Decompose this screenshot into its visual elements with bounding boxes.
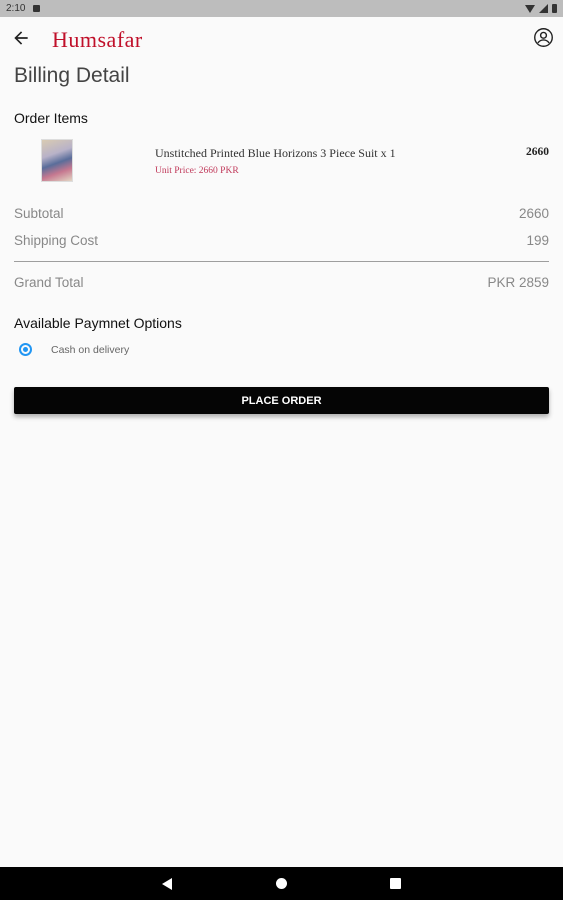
account-icon[interactable] bbox=[533, 27, 554, 48]
cash-on-delivery-radio[interactable] bbox=[19, 343, 32, 356]
wifi-icon bbox=[525, 4, 535, 13]
shipping-row: Shipping Cost 199 bbox=[14, 233, 549, 248]
nav-home-icon[interactable] bbox=[276, 878, 287, 889]
subtotal-row: Subtotal 2660 bbox=[14, 206, 549, 221]
order-item: Unstitched Printed Blue Horizons 3 Piece… bbox=[0, 138, 563, 184]
signal-icon bbox=[539, 4, 548, 13]
back-arrow-icon[interactable] bbox=[11, 28, 31, 48]
product-name: Unstitched Printed Blue Horizons 3 Piece… bbox=[155, 146, 396, 160]
shipping-value: 199 bbox=[526, 233, 549, 248]
product-unit-price: Unit Price: 2660 PKR bbox=[155, 166, 239, 176]
nav-recents-icon[interactable] bbox=[390, 878, 401, 889]
system-nav-bar bbox=[0, 867, 563, 900]
product-thumbnail bbox=[41, 139, 73, 182]
battery-icon bbox=[552, 4, 557, 13]
cash-on-delivery-label[interactable]: Cash on delivery bbox=[51, 344, 129, 356]
app-bar: Humsafar bbox=[0, 17, 563, 61]
status-time: 2:10 bbox=[6, 3, 26, 14]
page-title: Billing Detail bbox=[14, 64, 130, 87]
order-items-title: Order Items bbox=[14, 110, 88, 126]
subtotal-label: Subtotal bbox=[14, 206, 64, 221]
subtotal-value: 2660 bbox=[518, 206, 549, 221]
grand-total-value: PKR 2859 bbox=[487, 275, 549, 290]
shipping-label: Shipping Cost bbox=[14, 233, 99, 248]
status-bar: 2:10 bbox=[0, 0, 563, 17]
summary-divider bbox=[14, 261, 549, 262]
radio-selected-dot bbox=[23, 347, 28, 352]
grand-total-label: Grand Total bbox=[14, 275, 84, 290]
product-line-total: 2660 bbox=[526, 146, 549, 158]
brand-logo: Humsafar bbox=[52, 27, 143, 52]
place-order-button[interactable]: PLACE ORDER bbox=[14, 387, 549, 414]
notification-icon bbox=[33, 5, 41, 12]
grand-total-row: Grand Total PKR 2859 bbox=[14, 275, 549, 290]
nav-back-icon[interactable] bbox=[162, 878, 172, 890]
payment-options-title: Available Paymnet Options bbox=[14, 315, 182, 331]
